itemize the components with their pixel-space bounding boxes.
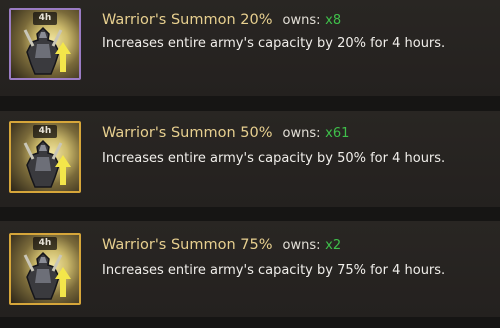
duration-badge: 4h xyxy=(33,125,57,138)
owns-label: owns: xyxy=(282,238,321,253)
item-title: Warrior's Summon 20% xyxy=(102,12,273,28)
list-item[interactable]: 4h Warrior's Summon 20% owns: x8 Increase… xyxy=(0,0,500,96)
list-item[interactable]: 4h Warrior's Summon 75% owns: x2 Increase… xyxy=(0,221,500,317)
item-title-row: Warrior's Summon 20% owns: x8 xyxy=(102,11,341,30)
owns-label: owns: xyxy=(282,126,321,141)
item-list: 4h Warrior's Summon 20% owns: x8 Increase… xyxy=(0,0,500,328)
owned-count: x2 xyxy=(325,238,342,253)
item-description: Increases entire army's capacity by 50% … xyxy=(102,151,446,166)
item-icon-frame[interactable]: 4h xyxy=(9,8,81,80)
item-icon-frame[interactable]: 4h xyxy=(9,233,81,305)
owned-count: x61 xyxy=(325,126,350,141)
item-title-row: Warrior's Summon 50% owns: x61 xyxy=(102,124,349,143)
item-description: Increases entire army's capacity by 75% … xyxy=(102,263,446,278)
item-title-row: Warrior's Summon 75% owns: x2 xyxy=(102,236,341,255)
list-item[interactable]: 4h Warrior's Summon 50% owns: x61 Increas… xyxy=(0,111,500,207)
arrow-up-icon xyxy=(55,155,71,185)
duration-badge: 4h xyxy=(33,12,57,25)
item-title: Warrior's Summon 75% xyxy=(102,237,273,253)
item-icon-frame[interactable]: 4h xyxy=(9,121,81,193)
owns-label: owns: xyxy=(282,13,321,28)
owned-count: x8 xyxy=(325,13,342,28)
item-title: Warrior's Summon 50% xyxy=(102,125,273,141)
separator xyxy=(0,96,500,111)
arrow-up-icon xyxy=(55,267,71,297)
separator xyxy=(0,317,500,328)
arrow-up-icon xyxy=(55,42,71,72)
item-description: Increases entire army's capacity by 20% … xyxy=(102,36,446,51)
duration-badge: 4h xyxy=(33,237,57,250)
separator xyxy=(0,207,500,222)
